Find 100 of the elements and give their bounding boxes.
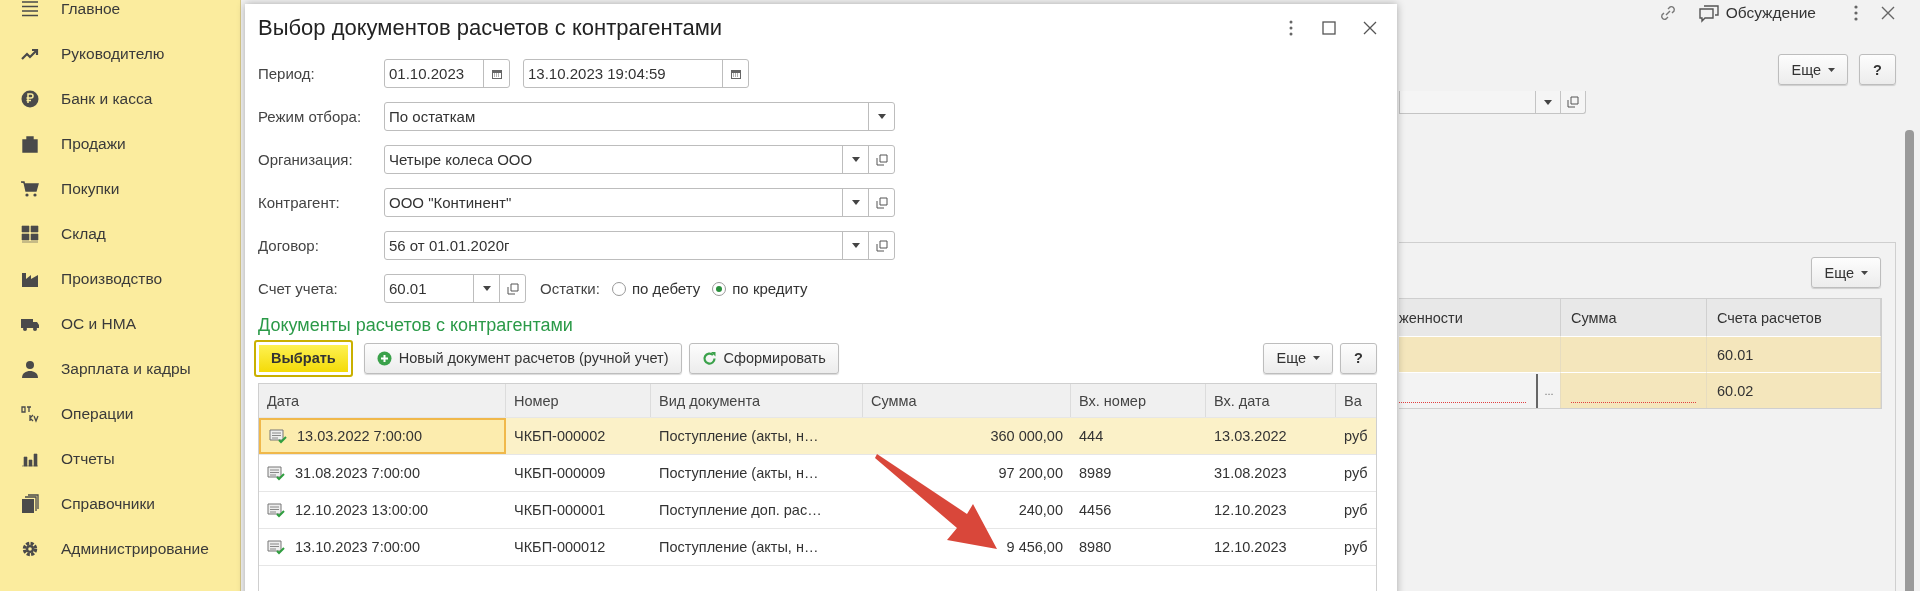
sidebar-item[interactable]: Операции (61, 404, 134, 423)
column-header[interactable]: Сумма (1561, 299, 1707, 336)
help-button[interactable]: ? (1340, 342, 1377, 374)
table-cell: 12.10.2023 13:00:00 (295, 502, 429, 518)
radio-button[interactable] (712, 281, 727, 296)
table-cell: руб (1344, 428, 1368, 444)
table-cell: 360 000,00 (990, 428, 1063, 444)
table-cell: 60.02 (1707, 372, 1881, 408)
sidebar-item[interactable]: Покупки (61, 179, 120, 198)
calendar-icon (729, 67, 742, 80)
column-header[interactable]: Вид документа (651, 384, 863, 417)
close-icon[interactable] (1880, 5, 1896, 21)
table-cell: 240,00 (1018, 502, 1063, 518)
sidebar-item[interactable]: Продажи (61, 134, 126, 153)
column-header[interactable]: Вх. номер (1071, 384, 1206, 417)
cart-icon (20, 178, 40, 199)
sidebar-item[interactable]: Главное (61, 0, 121, 18)
select-field[interactable]: Четыре колеса ООО (384, 145, 895, 174)
calendar-icon (490, 67, 503, 80)
dropdown-icon (482, 286, 491, 291)
select-field[interactable]: По остаткам (384, 102, 895, 131)
table-cell: 12.10.2023 (1214, 502, 1287, 518)
more-button[interactable]: Еще (1778, 54, 1848, 85)
table-cell: ЧКБП-000002 (514, 428, 606, 444)
sidebar-item[interactable]: Склад (61, 224, 106, 243)
more-icon[interactable] (1852, 4, 1860, 22)
open-icon (875, 239, 888, 252)
radio-button[interactable] (611, 281, 626, 296)
discussion-link[interactable]: Обсуждение (1725, 4, 1816, 22)
table-cell: 60.01 (1707, 336, 1881, 372)
toolbar-button[interactable]: Выбрать (254, 339, 353, 377)
column-header[interactable]: Сумма (863, 384, 1071, 417)
column-header[interactable]: женности (1399, 299, 1561, 336)
table-cell: 9 456,00 (1006, 539, 1063, 555)
refresh-icon (701, 350, 717, 366)
close-icon[interactable] (1363, 21, 1377, 35)
bag-icon (20, 133, 40, 154)
table-cell: 31.08.2023 7:00:00 (295, 465, 420, 481)
select-field[interactable]: 56 от 01.01.2020г (384, 231, 895, 260)
table-cell: Поступление доп. рас… (659, 502, 822, 518)
select-field[interactable]: ООО "Континент" (384, 188, 895, 217)
table-cell: 13.03.2022 (1214, 428, 1287, 444)
sidebar-item[interactable]: Банк и касса (61, 89, 153, 108)
open-icon (506, 282, 519, 295)
sidebar-item[interactable]: Администрирование (61, 539, 209, 558)
debit-credit-icon (20, 403, 40, 424)
date-field[interactable]: 01.10.2023 (384, 59, 510, 88)
table-cell: 97 200,00 (998, 465, 1063, 481)
table-cell: Поступление (акты, н… (659, 539, 819, 555)
table-cell: Поступление (акты, н… (659, 428, 819, 444)
table-cell: руб (1344, 539, 1368, 555)
table-cell: 444 (1079, 428, 1104, 444)
scrollbar[interactable] (1905, 130, 1914, 591)
help-button[interactable]: ? (1859, 54, 1896, 85)
select-field[interactable] (1399, 91, 1586, 114)
sidebar-item[interactable]: Отчеты (61, 449, 115, 468)
dropdown-icon (851, 243, 860, 248)
sidebar-item[interactable]: Зарплата и кадры (61, 359, 191, 378)
sidebar-item[interactable]: Руководителю (61, 44, 165, 63)
column-header[interactable]: Вх. дата (1206, 384, 1336, 417)
column-header[interactable]: Ва (1336, 384, 1376, 417)
field-label: Счет учета: (258, 280, 339, 297)
field-label: Организация: (258, 151, 354, 168)
table-cell: 8989 (1079, 465, 1112, 481)
menu-icon (20, 0, 40, 19)
table-cell: 4456 (1079, 502, 1112, 518)
open-icon (1567, 96, 1579, 108)
open-icon (875, 153, 888, 166)
caret-icon (1313, 356, 1320, 360)
radio-label[interactable]: по кредиту (732, 280, 808, 297)
caret-icon (1861, 270, 1868, 275)
more-button[interactable]: Еще (1811, 257, 1881, 288)
radio-label[interactable]: по дебету (631, 280, 701, 297)
document-check-icon (267, 539, 285, 555)
date-field[interactable]: 13.10.2023 19:04:59 (523, 59, 749, 88)
document-check-icon (269, 428, 287, 444)
field-label: Договор: (258, 237, 320, 254)
ruble-coin-icon (20, 88, 40, 109)
dropdown-icon (851, 200, 860, 205)
table-row[interactable]: 13.03.2022 7:00:00 ЧКБП-000002 Поступление (акты, н… 360 000,00 444 13.03.2022 руб (259, 418, 1376, 455)
field-label: Период: (258, 65, 316, 82)
document-check-icon (267, 465, 285, 481)
select-field[interactable]: 60.01 (384, 274, 526, 303)
more-button[interactable]: Еще (1263, 342, 1333, 374)
table-cell: 12.10.2023 (1214, 539, 1287, 555)
column-header[interactable]: Дата (259, 384, 506, 417)
open-icon (875, 196, 888, 209)
sidebar-item[interactable]: Производство (61, 269, 163, 288)
toolbar-button[interactable]: Новый документ расчетов (ручной учет) (363, 342, 682, 374)
maximize-icon[interactable] (1322, 21, 1336, 35)
sidebar-item[interactable]: Справочники (61, 494, 155, 513)
column-header[interactable]: Счета расчетов (1707, 299, 1881, 336)
dropdown-icon (1544, 99, 1552, 105)
dropdown-icon (851, 157, 860, 162)
chat-icon (1697, 3, 1720, 23)
sidebar-item[interactable]: ОС и НМА (61, 314, 136, 333)
more-icon[interactable] (1287, 19, 1295, 37)
column-header[interactable]: Номер (506, 384, 651, 417)
toolbar-button[interactable]: Сформировать (688, 342, 839, 374)
person-icon (20, 358, 40, 379)
